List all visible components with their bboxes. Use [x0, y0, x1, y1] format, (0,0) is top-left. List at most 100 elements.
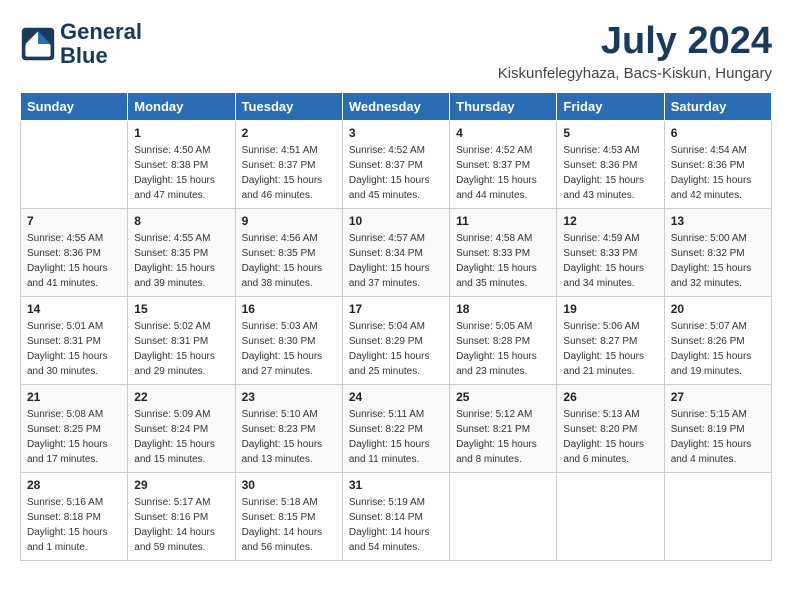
day-info: Sunrise: 5:17 AMSunset: 8:16 PMDaylight:…: [134, 495, 228, 555]
calendar-cell: 11 Sunrise: 4:58 AMSunset: 8:33 PMDayligh…: [450, 209, 557, 297]
day-info: Sunrise: 5:05 AMSunset: 8:28 PMDaylight:…: [456, 319, 550, 379]
day-number: 25: [456, 390, 550, 404]
calendar-cell: 28Sunrise: 5:16 AMSunset: 8:18 PMDayligh…: [21, 473, 128, 561]
day-number: 10: [349, 214, 443, 228]
calendar-cell: 16 Sunrise: 5:03 AMSunset: 8:30 PMDayligh…: [235, 297, 342, 385]
day-number: 1: [134, 126, 228, 140]
day-info: Sunrise: 5:15 AMSunset: 8:19 PMDaylight:…: [671, 407, 765, 467]
day-info: Sunrise: 5:10 AMSunset: 8:23 PMDaylight:…: [242, 407, 336, 467]
day-info: Sunrise: 4:55 AMSunset: 8:35 PMDaylight:…: [134, 231, 228, 291]
day-info: Sunrise: 4:50 AMSunset: 8:38 PMDaylight:…: [134, 143, 228, 203]
day-number: 11: [456, 214, 550, 228]
day-info: Sunrise: 5:08 AMSunset: 8:25 PMDaylight:…: [27, 407, 121, 467]
day-number: 27: [671, 390, 765, 404]
day-info: Sunrise: 5:04 AMSunset: 8:29 PMDaylight:…: [349, 319, 443, 379]
calendar-cell: 30Sunrise: 5:18 AMSunset: 8:15 PMDayligh…: [235, 473, 342, 561]
calendar-cell: 27 Sunrise: 5:15 AMSunset: 8:19 PMDayligh…: [664, 385, 771, 473]
day-number: 16: [242, 302, 336, 316]
day-number: 23: [242, 390, 336, 404]
calendar-cell: 24Sunrise: 5:11 AMSunset: 8:22 PMDayligh…: [342, 385, 449, 473]
header-cell-tuesday: Tuesday: [235, 93, 342, 121]
day-number: 24: [349, 390, 443, 404]
location-subtitle: Kiskunfelegyhaza, Bacs-Kiskun, Hungary: [498, 65, 772, 82]
calendar-cell: 8 Sunrise: 4:55 AMSunset: 8:35 PMDaylight…: [128, 209, 235, 297]
calendar-cell: 4 Sunrise: 4:52 AMSunset: 8:37 PMDaylight…: [450, 121, 557, 209]
calendar-cell: 31 Sunrise: 5:19 AMSunset: 8:14 PMDayligh…: [342, 473, 449, 561]
day-info: Sunrise: 4:58 AMSunset: 8:33 PMDaylight:…: [456, 231, 550, 291]
calendar-cell: 26Sunrise: 5:13 AMSunset: 8:20 PMDayligh…: [557, 385, 664, 473]
calendar-week-row: 21 Sunrise: 5:08 AMSunset: 8:25 PMDayligh…: [21, 385, 772, 473]
header-row: SundayMondayTuesdayWednesdayThursdayFrid…: [21, 93, 772, 121]
logo: General Blue: [20, 20, 142, 68]
day-number: 29: [134, 478, 228, 492]
calendar-cell: 7 Sunrise: 4:55 AMSunset: 8:36 PMDaylight…: [21, 209, 128, 297]
calendar-cell: [664, 473, 771, 561]
calendar-cell: 5 Sunrise: 4:53 AMSunset: 8:36 PMDaylight…: [557, 121, 664, 209]
calendar-cell: 13 Sunrise: 5:00 AMSunset: 8:32 PMDayligh…: [664, 209, 771, 297]
calendar-cell: 21 Sunrise: 5:08 AMSunset: 8:25 PMDayligh…: [21, 385, 128, 473]
title-block: July 2024 Kiskunfelegyhaza, Bacs-Kiskun,…: [498, 20, 772, 82]
calendar-cell: [450, 473, 557, 561]
day-number: 17: [349, 302, 443, 316]
day-info: Sunrise: 5:13 AMSunset: 8:20 PMDaylight:…: [563, 407, 657, 467]
day-number: 14: [27, 302, 121, 316]
calendar-week-row: 1 Sunrise: 4:50 AMSunset: 8:38 PMDaylight…: [21, 121, 772, 209]
day-info: Sunrise: 5:19 AMSunset: 8:14 PMDaylight:…: [349, 495, 443, 555]
day-info: Sunrise: 4:57 AMSunset: 8:34 PMDaylight:…: [349, 231, 443, 291]
calendar-cell: 9 Sunrise: 4:56 AMSunset: 8:35 PMDaylight…: [235, 209, 342, 297]
calendar-cell: 23 Sunrise: 5:10 AMSunset: 8:23 PMDayligh…: [235, 385, 342, 473]
day-info: Sunrise: 4:54 AMSunset: 8:36 PMDaylight:…: [671, 143, 765, 203]
header-cell-sunday: Sunday: [21, 93, 128, 121]
day-number: 4: [456, 126, 550, 140]
calendar-body: 1 Sunrise: 4:50 AMSunset: 8:38 PMDaylight…: [21, 121, 772, 561]
month-title: July 2024: [498, 20, 772, 63]
day-info: Sunrise: 5:18 AMSunset: 8:15 PMDaylight:…: [242, 495, 336, 555]
calendar-week-row: 7 Sunrise: 4:55 AMSunset: 8:36 PMDaylight…: [21, 209, 772, 297]
day-info: Sunrise: 5:01 AMSunset: 8:31 PMDaylight:…: [27, 319, 121, 379]
day-number: 31: [349, 478, 443, 492]
calendar-cell: [557, 473, 664, 561]
day-info: Sunrise: 5:00 AMSunset: 8:32 PMDaylight:…: [671, 231, 765, 291]
day-info: Sunrise: 5:03 AMSunset: 8:30 PMDaylight:…: [242, 319, 336, 379]
day-number: 8: [134, 214, 228, 228]
day-number: 13: [671, 214, 765, 228]
day-number: 12: [563, 214, 657, 228]
header-cell-friday: Friday: [557, 93, 664, 121]
day-info: Sunrise: 5:16 AMSunset: 8:18 PMDaylight:…: [27, 495, 121, 555]
calendar-cell: 29 Sunrise: 5:17 AMSunset: 8:16 PMDayligh…: [128, 473, 235, 561]
day-info: Sunrise: 4:52 AMSunset: 8:37 PMDaylight:…: [349, 143, 443, 203]
calendar-cell: 15 Sunrise: 5:02 AMSunset: 8:31 PMDayligh…: [128, 297, 235, 385]
calendar-cell: 12Sunrise: 4:59 AMSunset: 8:33 PMDayligh…: [557, 209, 664, 297]
day-info: Sunrise: 5:09 AMSunset: 8:24 PMDaylight:…: [134, 407, 228, 467]
header-cell-saturday: Saturday: [664, 93, 771, 121]
header-cell-monday: Monday: [128, 93, 235, 121]
calendar-week-row: 28Sunrise: 5:16 AMSunset: 8:18 PMDayligh…: [21, 473, 772, 561]
day-info: Sunrise: 4:56 AMSunset: 8:35 PMDaylight:…: [242, 231, 336, 291]
day-number: 15: [134, 302, 228, 316]
day-info: Sunrise: 4:52 AMSunset: 8:37 PMDaylight:…: [456, 143, 550, 203]
calendar-table: SundayMondayTuesdayWednesdayThursdayFrid…: [20, 92, 772, 561]
calendar-cell: 25Sunrise: 5:12 AMSunset: 8:21 PMDayligh…: [450, 385, 557, 473]
logo-icon: [20, 26, 56, 62]
day-info: Sunrise: 4:53 AMSunset: 8:36 PMDaylight:…: [563, 143, 657, 203]
logo-text: General Blue: [60, 20, 142, 68]
day-number: 21: [27, 390, 121, 404]
day-number: 2: [242, 126, 336, 140]
calendar-cell: 14 Sunrise: 5:01 AMSunset: 8:31 PMDayligh…: [21, 297, 128, 385]
calendar-cell: 19Sunrise: 5:06 AMSunset: 8:27 PMDayligh…: [557, 297, 664, 385]
day-number: 9: [242, 214, 336, 228]
day-info: Sunrise: 5:02 AMSunset: 8:31 PMDaylight:…: [134, 319, 228, 379]
calendar-cell: 10 Sunrise: 4:57 AMSunset: 8:34 PMDayligh…: [342, 209, 449, 297]
day-number: 18: [456, 302, 550, 316]
calendar-cell: 17 Sunrise: 5:04 AMSunset: 8:29 PMDayligh…: [342, 297, 449, 385]
day-number: 7: [27, 214, 121, 228]
calendar-cell: 3Sunrise: 4:52 AMSunset: 8:37 PMDaylight…: [342, 121, 449, 209]
day-number: 5: [563, 126, 657, 140]
calendar-cell: 18 Sunrise: 5:05 AMSunset: 8:28 PMDayligh…: [450, 297, 557, 385]
day-info: Sunrise: 5:06 AMSunset: 8:27 PMDaylight:…: [563, 319, 657, 379]
day-number: 6: [671, 126, 765, 140]
page-header: General Blue July 2024 Kiskunfelegyhaza,…: [20, 20, 772, 82]
calendar-cell: 22 Sunrise: 5:09 AMSunset: 8:24 PMDayligh…: [128, 385, 235, 473]
day-info: Sunrise: 4:55 AMSunset: 8:36 PMDaylight:…: [27, 231, 121, 291]
day-number: 22: [134, 390, 228, 404]
